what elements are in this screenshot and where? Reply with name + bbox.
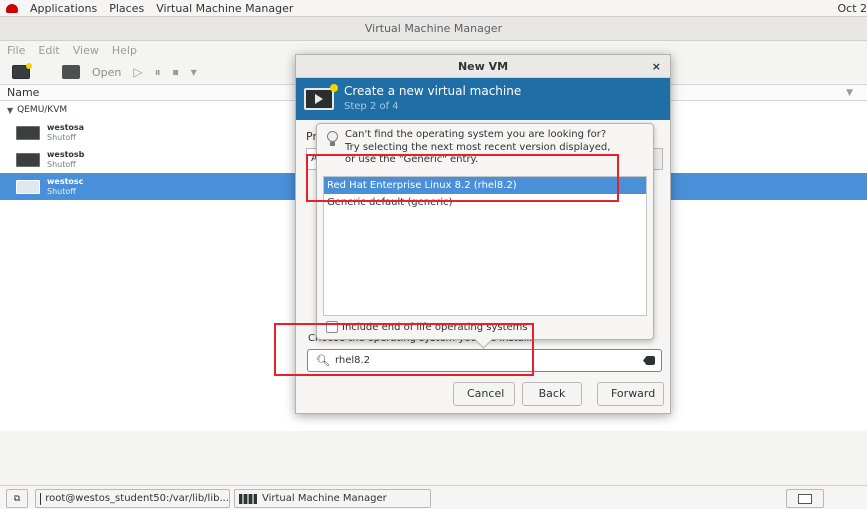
- chevron-down-icon[interactable]: ▼: [191, 68, 197, 77]
- panel-clock[interactable]: Oct 2: [837, 2, 867, 15]
- hint-line: Can't find the operating system you are …: [345, 129, 607, 140]
- new-vm-banner-icon: [304, 84, 338, 110]
- hint-line: Try selecting the next most recent versi…: [345, 141, 611, 153]
- terminal-label: root@westos_student50:/var/lib/lib...: [45, 493, 229, 504]
- os-option-generic[interactable]: Generic default (generic): [324, 194, 646, 211]
- vm-name: westosb: [47, 149, 85, 159]
- vm-screen-icon: [16, 125, 40, 140]
- redhat-logo-icon[interactable]: [6, 3, 18, 13]
- show-desktop-icon: ⧉: [13, 493, 21, 504]
- close-icon[interactable]: ×: [652, 55, 661, 78]
- dialog-titlebar[interactable]: New VM ×: [296, 55, 670, 78]
- vmm-icon: [239, 493, 257, 504]
- menu-help[interactable]: Help: [112, 44, 137, 57]
- menu-view[interactable]: View: [73, 44, 99, 57]
- eol-option[interactable]: Include end of life operating systems: [326, 321, 528, 333]
- vmm-label: Virtual Machine Manager: [262, 493, 387, 504]
- os-result-list: Red Hat Enterprise Linux 8.2 (rhel8.2) G…: [323, 176, 647, 316]
- eol-label[interactable]: Include end of life operating systems: [342, 322, 528, 333]
- places-menu[interactable]: Places: [109, 2, 144, 15]
- lightbulb-icon: [326, 131, 339, 147]
- taskbar-vmm[interactable]: Virtual Machine Manager: [234, 489, 431, 508]
- connection-label: QEMU/KVM: [17, 105, 68, 115]
- back-button[interactable]: Back: [522, 382, 582, 406]
- eol-checkbox[interactable]: [326, 321, 338, 333]
- cancel-button[interactable]: Cancel: [453, 382, 515, 406]
- search-value[interactable]: rhel8.2: [335, 355, 370, 366]
- menu-edit[interactable]: Edit: [38, 44, 59, 57]
- taskbar-terminal[interactable]: root@westos_student50:/var/lib/lib...: [35, 489, 230, 508]
- vm-name: westosa: [47, 122, 85, 132]
- vm-screen-icon: [16, 179, 40, 194]
- workspace-switcher[interactable]: [786, 489, 824, 508]
- new-vm-icon[interactable]: [12, 63, 32, 79]
- name-column-header[interactable]: Name: [7, 86, 39, 99]
- menu-file[interactable]: File: [7, 44, 25, 57]
- show-desktop-button[interactable]: ⧉: [6, 489, 28, 508]
- top-panel: Applications Places Virtual Machine Mana…: [0, 0, 867, 17]
- vm-status: Shutoff: [47, 186, 76, 196]
- banner-step: Step 2 of 4: [344, 101, 399, 112]
- vm-status: Shutoff: [47, 159, 76, 169]
- forward-button[interactable]: Forward: [597, 382, 664, 406]
- search-icon: 🔍︎: [316, 354, 330, 367]
- stop-icon[interactable]: ⏹: [173, 65, 179, 80]
- vm-status: Shutoff: [47, 132, 76, 142]
- dialog-title: New VM: [457, 60, 509, 73]
- pause-icon[interactable]: ⏸: [155, 65, 161, 80]
- vm-name: westosc: [47, 176, 84, 186]
- banner-title: Create a new virtual machine: [344, 84, 522, 98]
- expand-arrow-icon[interactable]: ▼: [7, 106, 13, 115]
- os-search-popover: Can't find the operating system you are …: [316, 123, 654, 340]
- os-option-rhel82[interactable]: Red Hat Enterprise Linux 8.2 (rhel8.2): [324, 177, 646, 194]
- monitor-icon[interactable]: [62, 65, 80, 79]
- hint-line: or use the "Generic" entry.: [345, 154, 479, 165]
- active-app-menu[interactable]: Virtual Machine Manager: [156, 2, 293, 15]
- window-title: Virtual Machine Manager: [0, 17, 867, 41]
- vm-screen-icon: [16, 152, 40, 167]
- play-icon[interactable]: ▷: [133, 65, 142, 79]
- search-hint: Can't find the operating system you are …: [345, 129, 610, 167]
- open-button[interactable]: Open: [92, 66, 121, 79]
- clear-icon[interactable]: [643, 356, 655, 365]
- applications-menu[interactable]: Applications: [30, 2, 97, 15]
- sort-chevron-icon[interactable]: ▼: [846, 85, 853, 101]
- os-search-input[interactable]: 🔍︎ rhel8.2: [307, 349, 662, 372]
- taskbar: ⧉ root@westos_student50:/var/lib/lib... …: [0, 485, 867, 509]
- workspace-icon: [798, 493, 812, 504]
- wizard-banner: Create a new virtual machine Step 2 of 4: [296, 78, 670, 120]
